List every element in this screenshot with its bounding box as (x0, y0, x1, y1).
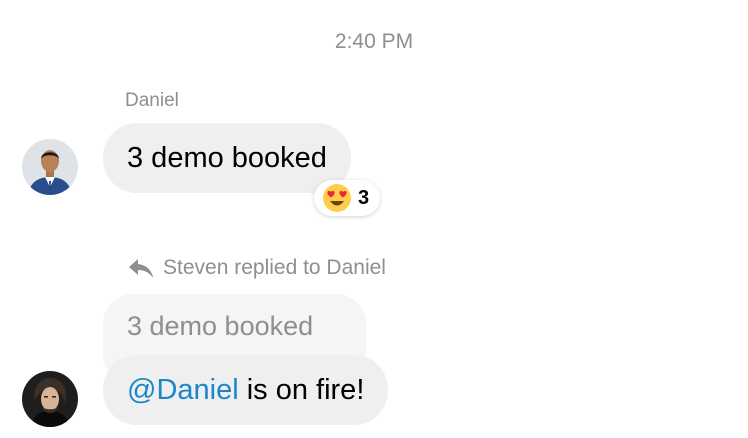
avatar-image (22, 139, 78, 195)
reply-indicator: Steven replied to Daniel (127, 256, 386, 280)
quoted-message-text: 3 demo booked (127, 311, 314, 341)
message-bubble[interactable]: 3 demo booked (103, 123, 351, 193)
reply-message-bubble[interactable]: @Daniel is on fire! (103, 355, 389, 425)
reaction-badge[interactable]: 3 (314, 180, 381, 216)
reply-message-text: is on fire! (238, 374, 365, 406)
message-timestamp: 2:40 PM (334, 30, 414, 53)
mention-link[interactable]: @Daniel (127, 374, 239, 406)
sender-name: Daniel (125, 90, 179, 111)
heart-eyes-emoji-icon (323, 184, 351, 212)
avatar-image (22, 371, 78, 427)
avatar-daniel[interactable] (22, 139, 78, 195)
avatar-steven[interactable] (22, 371, 78, 427)
reply-label: Steven replied to Daniel (163, 256, 386, 279)
reaction-count: 3 (358, 186, 370, 209)
reply-arrow-icon (129, 259, 153, 278)
